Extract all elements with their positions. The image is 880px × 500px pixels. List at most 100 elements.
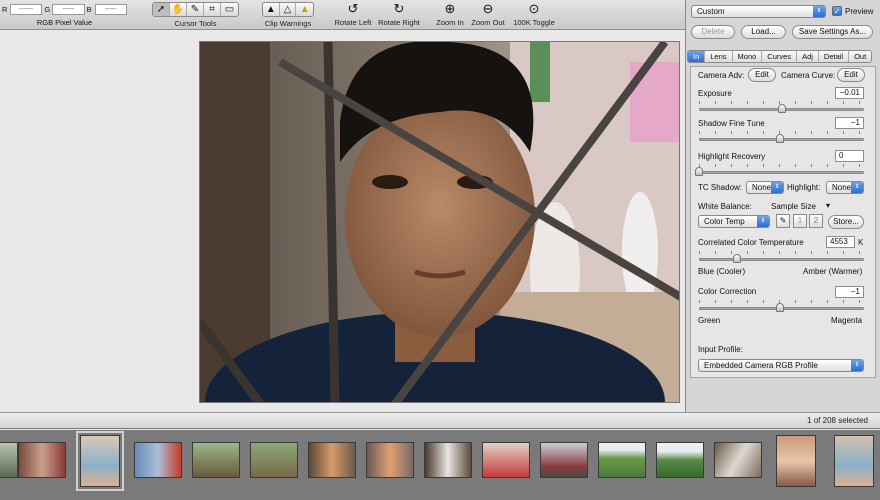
wb-mode-value: Color Temp (704, 217, 745, 226)
zoom-out-label: Zoom Out (471, 18, 505, 27)
exposure-slider-knob[interactable] (777, 104, 786, 113)
chevron-down-icon: ⇕ (771, 182, 783, 193)
filmstrip-thumbnail[interactable] (776, 435, 816, 487)
tab-in[interactable]: In (688, 51, 706, 62)
tab-adj[interactable]: Adj (797, 51, 819, 62)
zoom-out-button[interactable]: ⊖ Zoom Out (469, 1, 507, 28)
tc-shadow-label: TC Shadow: (698, 183, 743, 192)
rotate-left-button[interactable]: ↺ Rotate Left (332, 1, 374, 28)
wb-mode-select[interactable]: Color Temp ⇕ (698, 215, 770, 228)
rotate-right-icon: ↻ (393, 1, 405, 16)
crop-icon[interactable]: ⌗ (204, 3, 221, 16)
photo-graphic (200, 42, 679, 402)
highlight-recovery-slider[interactable] (695, 164, 864, 177)
filmstrip-thumbnail[interactable] (250, 442, 298, 478)
color-correction-slider[interactable] (699, 300, 864, 313)
zoom-in-button[interactable]: ⊕ Zoom In (434, 2, 466, 28)
filmstrip-thumbnail[interactable] (598, 442, 646, 478)
rotate-right-button[interactable]: ↻ Rotate Right (377, 1, 421, 28)
highlight-recovery-slider-knob[interactable] (695, 167, 703, 176)
load-button[interactable]: Load... (741, 25, 786, 39)
shadow-fine-tune-label: Shadow Fine Tune (698, 119, 765, 128)
highlight-clip-warning-icon[interactable]: ▲ (296, 3, 313, 16)
camera-curve-label: Camera Curve: (781, 71, 836, 80)
tab-curves[interactable]: Curves (762, 51, 798, 62)
rotate-right-label: Rotate Right (378, 18, 420, 27)
filmstrip-thumbnail[interactable] (540, 442, 588, 478)
r-channel-label: R (2, 5, 8, 14)
main-photo-preview[interactable] (199, 41, 680, 403)
input-profile-value: Embedded Camera RGB Profile (704, 361, 818, 370)
preset-value: Custom (697, 7, 725, 16)
filmstrip[interactable] (0, 430, 880, 500)
wb-preset-2-button[interactable]: 2 (809, 214, 823, 228)
highlight-recovery-value-field[interactable]: 0 (835, 150, 864, 162)
filmstrip-thumbnail[interactable] (0, 442, 18, 478)
tab-lens[interactable]: Lens (705, 51, 733, 62)
filmstrip-thumbnail[interactable] (308, 442, 356, 478)
eyedropper-icon[interactable]: ✎ (187, 3, 204, 16)
clip-warnings-group: ▲ △ ▲ Clip Warnings (262, 2, 314, 28)
camera-adv-label: Camera Adv: (698, 71, 745, 80)
filmstrip-thumbnail[interactable] (18, 442, 66, 478)
midtone-warning-icon[interactable]: △ (280, 3, 297, 16)
input-profile-select[interactable]: Embedded Camera RGB Profile ⇕ (698, 359, 864, 372)
cct-slider-knob[interactable] (732, 254, 741, 263)
filmstrip-thumbnail[interactable] (482, 442, 530, 478)
tab-mono[interactable]: Mono (733, 51, 763, 62)
cursor-tools-label: Cursor Tools (174, 19, 217, 28)
toolbar: R ------ G ----- B ----- RGB Pixel Value… (0, 0, 685, 30)
filmstrip-thumbnail[interactable] (834, 435, 874, 487)
rotate-left-icon: ↺ (347, 1, 359, 16)
tab-out[interactable]: Out (849, 51, 871, 62)
filmstrip-thumbnail[interactable] (424, 442, 472, 478)
preset-select[interactable]: Custom ⇕ (691, 5, 826, 18)
amber-warmer-label: Amber (Warmer) (803, 267, 863, 276)
color-correction-value-field[interactable]: −1 (835, 286, 864, 298)
wb-eyedropper-icon[interactable]: ✎ (776, 214, 790, 228)
chevron-down-icon: ⇕ (813, 6, 825, 17)
shadow-clip-warning-icon[interactable]: ▲ (263, 3, 280, 16)
shadow-fine-tune-slider-knob[interactable] (775, 134, 784, 143)
zoom-out-icon: ⊖ (482, 1, 494, 16)
cursor-tools-group: ➚ ✋ ✎ ⌗ ▭ Cursor Tools (148, 2, 243, 28)
shadow-fine-tune-value-field[interactable]: −1 (835, 117, 864, 129)
tab-detail[interactable]: Detail (819, 51, 850, 62)
camera-curve-edit-button[interactable]: Edit (837, 68, 865, 82)
filmstrip-thumbnail-selected[interactable] (76, 431, 124, 491)
shadow-fine-tune-slider[interactable] (699, 131, 864, 144)
hand-icon[interactable]: ✋ (170, 3, 187, 16)
color-correction-slider-knob[interactable] (775, 303, 784, 312)
rotate-left-label: Rotate Left (334, 18, 372, 27)
filmstrip-thumbnail[interactable] (366, 442, 414, 478)
magenta-label: Magenta (831, 316, 863, 325)
chevron-down-icon: ⇕ (757, 216, 769, 227)
delete-button[interactable]: Delete (691, 25, 735, 39)
exposure-value-field[interactable]: −0.01 (835, 87, 864, 99)
cct-value-field[interactable]: 4553 (826, 236, 855, 248)
preview-label: Preview (845, 7, 874, 16)
r-value-field: ------ (9, 4, 43, 15)
exposure-label: Exposure (698, 89, 732, 98)
arrow-cursor-icon[interactable]: ➚ (153, 3, 170, 16)
tc-shadow-select[interactable]: None ⇕ (746, 181, 784, 194)
100k-toggle-button[interactable]: ⊙ 100K Toggle (511, 2, 557, 28)
highlight-value: None (832, 183, 852, 192)
white-balance-icon[interactable]: ▭ (221, 3, 238, 16)
status-bar: 1 of 208 selected (0, 412, 880, 429)
preview-checkbox[interactable]: ✓ (832, 6, 842, 16)
cct-slider[interactable] (699, 251, 864, 264)
zoom-in-label: Zoom In (436, 18, 464, 27)
filmstrip-thumbnail[interactable] (714, 442, 762, 478)
filmstrip-thumbnail[interactable] (656, 442, 704, 478)
input-profile-label: Input Profile: (698, 345, 743, 354)
wb-preset-1-button[interactable]: 1 (793, 214, 807, 228)
filmstrip-thumbnail[interactable] (134, 442, 182, 478)
filmstrip-thumbnail[interactable] (192, 442, 240, 478)
highlight-select[interactable]: None ⇕ (826, 181, 864, 194)
camera-adv-edit-button[interactable]: Edit (748, 68, 776, 82)
save-settings-button[interactable]: Save Settings As... (792, 25, 873, 39)
exposure-slider[interactable] (699, 101, 864, 114)
store-button[interactable]: Store... (828, 215, 864, 229)
sample-size-dropdown-icon[interactable]: ▾ (826, 201, 830, 210)
